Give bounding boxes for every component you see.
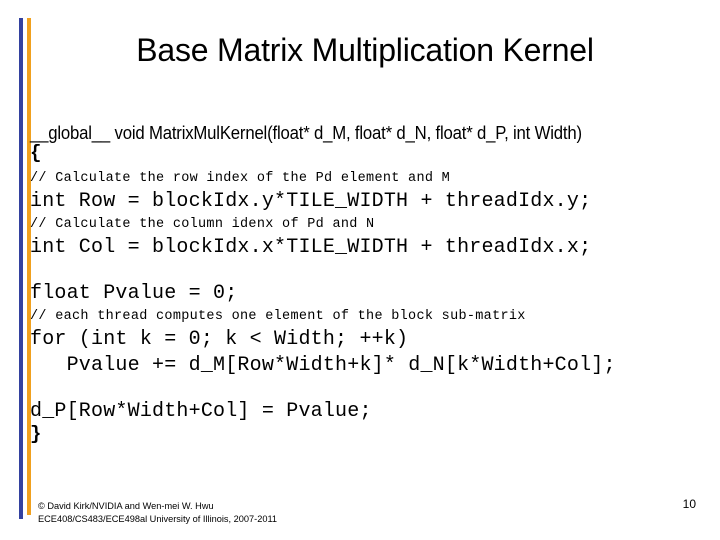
code-line-row: int Row = blockIdx.y*TILE_WIDTH + thread… bbox=[30, 190, 592, 213]
code-line-comment-each-thread: // each thread computes one element of t… bbox=[30, 309, 526, 324]
accent-bar-blue bbox=[19, 18, 23, 519]
code-line-pvalue-init: float Pvalue = 0; bbox=[30, 282, 238, 305]
code-line-signature: __global__ void MatrixMulKernel(float* d… bbox=[30, 123, 582, 143]
slide-title: Base Matrix Multiplication Kernel bbox=[136, 32, 594, 68]
slide-canvas: Base Matrix Multiplication Kernel __glob… bbox=[0, 0, 720, 540]
code-line-open-brace: { bbox=[30, 142, 42, 164]
code-line-close-brace: } bbox=[30, 423, 42, 445]
code-blank-line-1 bbox=[30, 261, 716, 281]
page-number: 10 bbox=[682, 497, 696, 511]
footer-credit-line-2: ECE408/CS483/ECE498al University of Illi… bbox=[38, 514, 278, 525]
code-line-store: d_P[Row*Width+Col] = Pvalue; bbox=[30, 400, 372, 423]
code-blank-line-2 bbox=[30, 379, 716, 399]
footer-credit-line-1: © David Kirk/NVIDIA and Wen-mei W. Hwu bbox=[38, 501, 214, 512]
footer-credit: © David Kirk/NVIDIA and Wen-mei W. Hwu E… bbox=[38, 500, 277, 526]
code-line-comment-col: // Calculate the column idenx of Pd and … bbox=[30, 217, 375, 232]
code-line-col: int Col = blockIdx.x*TILE_WIDTH + thread… bbox=[30, 236, 592, 259]
code-line-comment-row: // Calculate the row index of the Pd ele… bbox=[30, 171, 451, 186]
code-line-accumulate: Pvalue += d_M[Row*Width+k]* d_N[k*Width+… bbox=[30, 354, 616, 377]
code-block: __global__ void MatrixMulKernel(float* d… bbox=[30, 122, 716, 444]
code-line-for: for (int k = 0; k < Width; ++k) bbox=[30, 328, 409, 351]
